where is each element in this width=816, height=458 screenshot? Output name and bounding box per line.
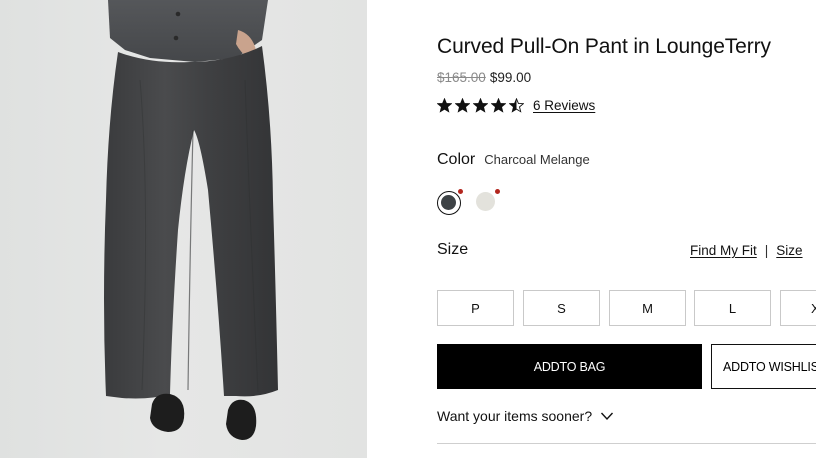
size-guide-link[interactable]: Size: [776, 243, 802, 258]
size-button-m[interactable]: M: [609, 290, 686, 326]
size-button-x[interactable]: X: [780, 290, 816, 326]
size-header: Size Find My Fit | Size: [437, 240, 816, 264]
star-full-icon: [473, 98, 488, 113]
star-full-icon: [455, 98, 470, 113]
reviews-link[interactable]: 6 Reviews: [533, 98, 595, 113]
original-price: $165.00: [437, 70, 486, 85]
size-options: P S M L X: [437, 290, 816, 326]
product-photo-illustration: [104, 0, 278, 440]
shipping-options-toggle[interactable]: Want your items sooner?: [437, 408, 614, 424]
size-label: Size: [437, 241, 469, 258]
sale-dot-icon: [458, 189, 463, 194]
swatch-charcoal-melange[interactable]: [437, 191, 461, 215]
size-button-p[interactable]: P: [437, 290, 514, 326]
size-button-l[interactable]: L: [694, 290, 771, 326]
star-half-icon: [509, 98, 524, 113]
chevron-down-icon: [601, 412, 614, 421]
swatch-color: [441, 195, 456, 210]
swatch-cream[interactable]: [475, 191, 499, 215]
add-to-wishlist-button[interactable]: ADDTO WISHLIS: [711, 344, 816, 389]
shipping-sooner-label: Want your items sooner?: [437, 408, 593, 424]
star-full-icon: [437, 98, 452, 113]
color-row: Color Charcoal Melange: [437, 151, 590, 169]
link-separator: |: [764, 243, 769, 258]
color-swatches: [437, 189, 517, 215]
product-title: Curved Pull-On Pant in LoungeTerry: [437, 35, 771, 58]
find-my-fit-link[interactable]: Find My Fit: [690, 243, 757, 258]
price: $165.00 $99.00: [437, 70, 531, 85]
fit-links: Find My Fit | Size: [690, 243, 803, 258]
product-details: Curved Pull-On Pant in LoungeTerry $165.…: [437, 0, 816, 458]
star-full-icon: [491, 98, 506, 113]
star-rating: [437, 98, 524, 113]
add-to-bag-button[interactable]: ADDTO BAG: [437, 344, 702, 389]
color-label: Color: [437, 151, 476, 168]
sale-dot-icon: [495, 189, 500, 194]
selected-color-name: Charcoal Melange: [484, 152, 590, 167]
sale-price: $99.00: [489, 70, 532, 85]
divider: [437, 443, 816, 444]
product-image: [0, 0, 367, 458]
swatch-color: [476, 192, 495, 211]
size-button-s[interactable]: S: [523, 290, 600, 326]
rating: 6 Reviews: [437, 98, 595, 113]
